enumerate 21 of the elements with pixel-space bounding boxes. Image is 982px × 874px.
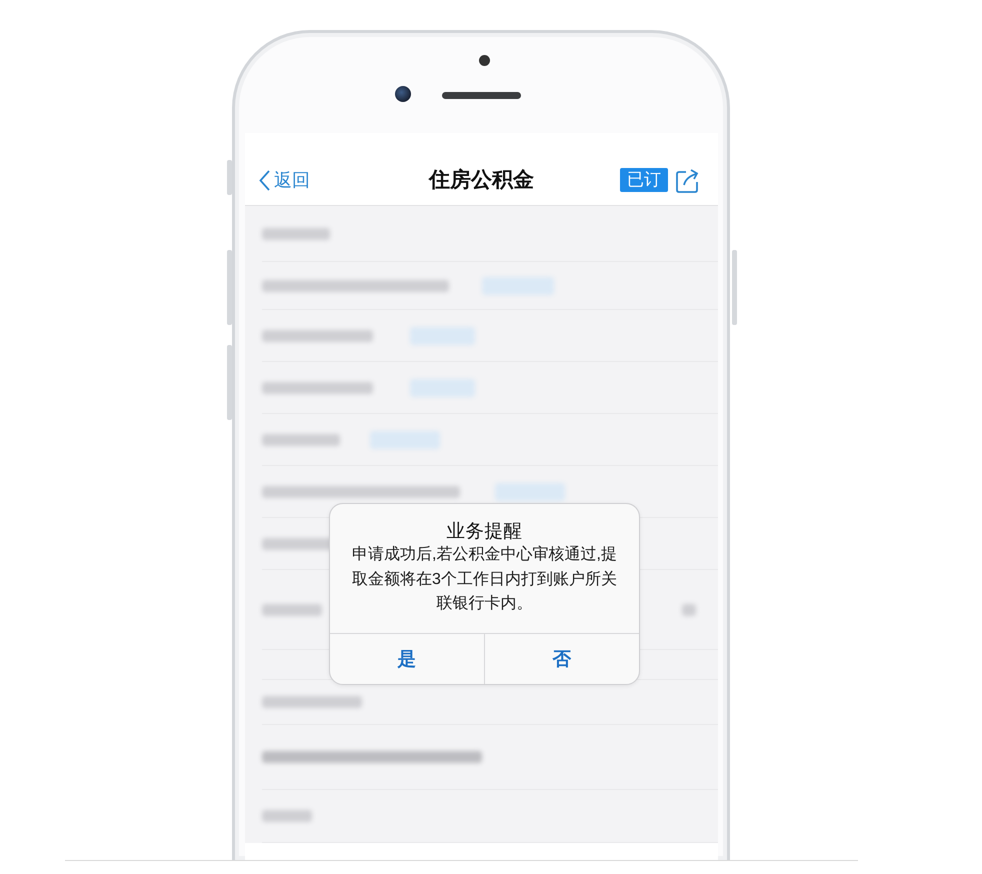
sensor-dot-icon — [479, 55, 490, 66]
camera-lens-icon — [395, 86, 411, 102]
blurred-tag-bar — [482, 276, 554, 294]
blurred-tag-bar — [410, 378, 475, 396]
blurred-heading-bar — [262, 228, 330, 240]
blurred-tag-bar — [370, 430, 440, 448]
page-title: 住房公积金 — [429, 170, 534, 190]
blurred-label-bar — [682, 604, 696, 616]
dialog-message: 申请成功后,若公积金中心审核通过,提取金额将在3个工作日内打到账户所关联银行卡内。 — [351, 544, 618, 614]
blurred-heading-bar — [262, 810, 312, 822]
blurred-label-bar — [262, 604, 322, 616]
blurred-tag-bar — [410, 326, 475, 344]
blurred-tag-bar — [495, 482, 565, 500]
yes-button[interactable]: 是 — [330, 634, 484, 684]
subscribed-button[interactable]: 已订 — [620, 168, 668, 192]
no-button[interactable]: 否 — [484, 634, 639, 684]
share-button[interactable] — [676, 168, 700, 192]
chevron-left-icon — [259, 170, 270, 190]
dialog-title: 业务提醒 — [446, 520, 524, 542]
share-icon — [676, 168, 700, 192]
back-button[interactable]: 返回 — [259, 170, 310, 190]
